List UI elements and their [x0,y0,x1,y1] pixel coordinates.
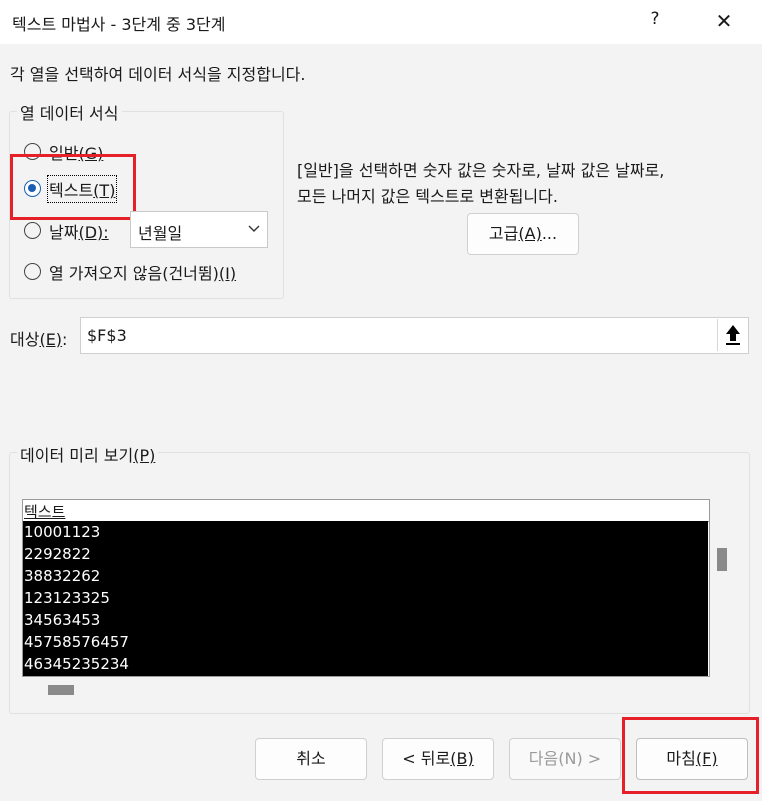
window-title: 텍스트 마법사 - 3단계 중 3단계 [12,15,226,34]
radio-date-label[interactable]: 날짜(D): [49,219,109,243]
destination-colon: : [62,330,68,349]
advanced-button[interactable]: 고급(A)... [467,213,579,255]
preview-horizontal-scrollbar[interactable] [48,685,74,695]
back-button-mnemonic: (B) [450,749,474,768]
cancel-button-label: 취소 [296,749,326,768]
title-bar: 텍스트 마법사 - 3단계 중 3단계 ? ✕ [0,0,762,44]
collapse-dialog-button[interactable] [717,319,747,351]
preview-row: 46345235234 [24,655,129,673]
instruction-text: 각 열을 선택하여 데이터 서식을 지정합니다. [10,65,306,84]
preview-mnemonic: (P) [133,446,156,465]
advanced-button-label: 고급 [488,224,519,243]
radio-date[interactable] [24,222,41,239]
cancel-button[interactable]: 취소 [255,738,367,780]
next-button-label: 다음(N) > [528,749,602,768]
date-format-value: 년월일 [138,224,183,243]
radio-skip[interactable] [24,263,41,280]
radio-skip-text: 열 가져오지 않음(건너뜀) [49,264,219,283]
advanced-button-mnemonic: (A) [518,224,542,243]
destination-mnemonic: (E) [39,330,63,349]
back-button-label: < 뒤로 [402,749,451,768]
close-icon[interactable]: ✕ [712,9,736,35]
preview-row: 10001123 [24,523,101,541]
next-button[interactable]: 다음(N) > [509,738,621,780]
radio-date-text: 날짜 [49,223,79,242]
preview-row: 2292822 [24,545,91,563]
preview-row: 38832262 [24,567,101,585]
highlight-box-finish-button [622,717,759,794]
radio-skip-label[interactable]: 열 가져오지 않음(건너뜀)(I) [49,260,236,284]
help-icon[interactable]: ? [644,9,666,35]
preview-column-header-text: 텍스트 [24,503,66,521]
destination-input[interactable]: $F$3 [80,317,749,354]
format-description-line2: 모든 나머지 값은 텍스트로 변환됩니다. [297,187,558,206]
destination-value: $F$3 [87,326,127,345]
preview-row: 123123325 [24,589,110,607]
destination-label-text: 대상 [10,330,40,349]
destination-label: 대상(E): [10,326,67,350]
advanced-button-ellipsis: ... [541,224,558,243]
preview-row: 45758576457 [24,633,129,651]
preview-group-label: 데이터 미리 보기(P) [17,442,159,466]
chevron-down-icon[interactable] [247,217,261,245]
format-description-line1: [일반]을 선택하면 숫자 값은 숫자로, 날짜 값은 날짜로, [297,161,665,180]
preview-column-header[interactable]: 텍스트 [23,500,709,522]
back-button[interactable]: < 뒤로(B) [382,738,494,780]
preview-row: 34563453 [24,611,101,629]
date-format-select[interactable]: 년월일 [130,211,268,248]
preview-grid[interactable]: 텍스트 10001123 2292822 38832262 123123325 … [22,499,710,677]
radio-date-mnemonic: (D): [78,223,109,242]
format-description: [일반]을 선택하면 숫자 값은 숫자로, 날짜 값은 날짜로, 모든 나머지 … [297,158,747,210]
highlight-box-text-option [10,154,136,220]
preview-selected-column[interactable]: 10001123 2292822 38832262 123123325 3456… [23,521,708,676]
preview-vertical-scrollbar[interactable] [717,548,727,571]
preview-label-text: 데이터 미리 보기 [20,446,134,465]
radio-skip-mnemonic: (I) [218,264,237,283]
column-format-group-label: 열 데이터 서식 [17,100,122,124]
arrow-up-icon [724,322,742,352]
